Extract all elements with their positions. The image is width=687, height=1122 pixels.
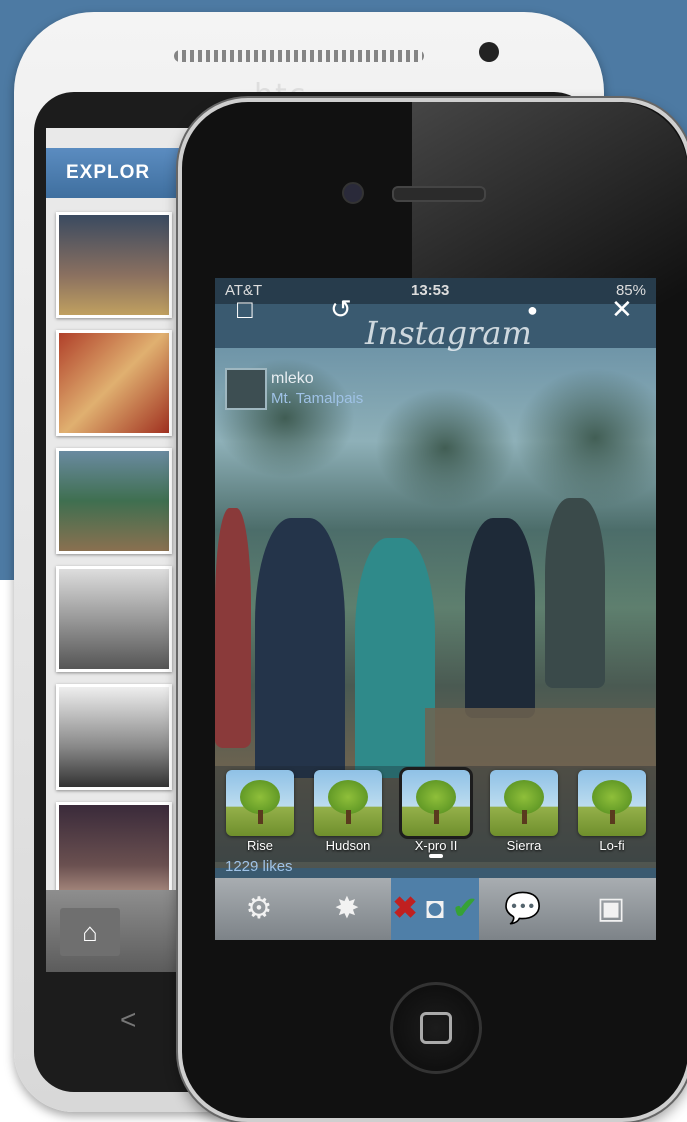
back-icon[interactable]: <	[120, 1004, 136, 1036]
palm-tree	[375, 388, 515, 508]
filter-label: Lo-fi	[599, 838, 625, 853]
htc-speaker	[174, 50, 424, 62]
filter-lo-fi[interactable]: Lo-fi	[573, 770, 651, 854]
person	[215, 508, 251, 748]
filter-label: Sierra	[506, 838, 542, 853]
table	[425, 708, 655, 768]
person	[545, 498, 605, 688]
filter-label: X-pro II	[414, 838, 458, 853]
bottom-toolbar: ⚙ ✸ ✖ ◘ ✔ 💬 ▣	[215, 878, 656, 940]
scroll-indicator	[429, 854, 443, 858]
filter-rise[interactable]: Rise	[221, 770, 299, 854]
tree-thumbnail	[226, 770, 294, 836]
check-icon[interactable]: ✔	[452, 892, 477, 925]
avatar[interactable]	[225, 368, 267, 410]
rotate-icon[interactable]: ↺	[330, 294, 352, 325]
explore-title: EXPLOR	[66, 162, 151, 183]
filter-xpro-ii[interactable]: X-pro II	[397, 767, 475, 854]
username[interactable]: mleko	[271, 370, 314, 388]
tree-thumbnail	[399, 767, 473, 839]
explore-thumbnail[interactable]	[56, 448, 172, 554]
tree-thumbnail	[490, 770, 558, 836]
crop-icon[interactable]: □	[237, 294, 253, 325]
home-button[interactable]	[390, 982, 482, 1074]
explore-thumbnail[interactable]	[56, 212, 172, 318]
sun-icon[interactable]: ✸	[303, 878, 391, 940]
filter-hudson[interactable]: Hudson	[309, 770, 387, 854]
cancel-icon[interactable]: ✖	[392, 892, 417, 925]
filter-label: Hudson	[325, 838, 371, 853]
tree-thumbnail	[578, 770, 646, 836]
explore-thumbnail[interactable]	[56, 566, 172, 672]
person	[465, 518, 535, 718]
likes-count[interactable]: 1229 likes	[225, 858, 293, 875]
camera-icon[interactable]: ◘	[426, 892, 444, 925]
front-camera	[342, 182, 364, 204]
explore-thumbnail[interactable]	[56, 684, 172, 790]
explore-thumbnail[interactable]	[56, 330, 172, 436]
settings-icon[interactable]: ⚙	[215, 878, 303, 940]
app-title: Instagram	[365, 314, 532, 352]
home-square-icon	[420, 1012, 452, 1044]
person	[355, 538, 435, 778]
close-icon[interactable]: ✕	[611, 294, 633, 325]
home-icon[interactable]: ⌂	[60, 908, 120, 956]
camera-button[interactable]: ✖ ◘ ✔	[391, 878, 479, 940]
filter-label: Rise	[246, 838, 273, 853]
frame-icon[interactable]: ▣	[567, 878, 655, 940]
filter-sierra[interactable]: Sierra	[485, 770, 563, 854]
earpiece-speaker	[392, 186, 486, 202]
filter-strip: Rise Hudson X-pro II Sierra Lo-fi	[215, 766, 656, 862]
person	[255, 518, 345, 778]
location[interactable]: Mt. Tamalpais	[271, 390, 363, 407]
status-bar: AT&T 13:53 85%	[215, 278, 656, 304]
palm-tree	[515, 368, 656, 508]
comment-icon[interactable]: 💬	[479, 878, 567, 940]
clock: 13:53	[411, 282, 450, 299]
tree-thumbnail	[314, 770, 382, 836]
instagram-screen: AT&T 13:53 85% □ ↺ ● ✕ Instagram mleko M…	[215, 278, 656, 940]
htc-camera	[479, 42, 499, 62]
